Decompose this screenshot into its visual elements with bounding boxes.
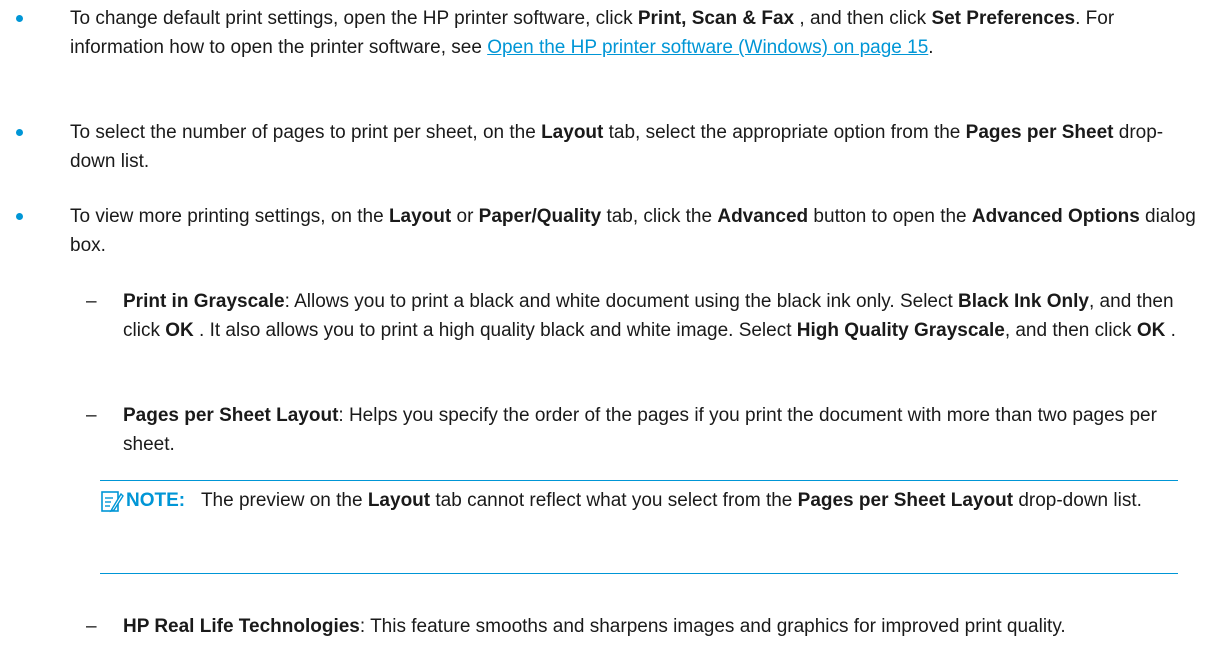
document-page: To change default print settings, open t… (0, 0, 1209, 669)
bold-term: Set Preferences (931, 8, 1076, 29)
bullet-text: To select the number of pages to print p… (70, 118, 1200, 176)
text-run: : This feature smooths and sharpens imag… (359, 616, 1066, 637)
note-text: NOTE: The preview on the Layout tab cann… (126, 486, 1176, 515)
text-run: tab, select the appropriate option from … (603, 122, 966, 143)
text-run: button to open the (808, 206, 972, 227)
text-run: : Allows you to print a black and white … (284, 291, 959, 312)
bold-term: Black Ink Only (958, 291, 1089, 312)
text-run: tab cannot reflect what you select from … (430, 490, 798, 511)
dash-marker: – (86, 405, 97, 426)
text-run: . (1165, 320, 1176, 341)
bold-term: Layout (541, 122, 604, 143)
bold-term: Pages per Sheet Layout (123, 405, 339, 426)
note-label: NOTE: (126, 490, 186, 511)
note-block: NOTE: The preview on the Layout tab cann… (100, 478, 1178, 586)
bold-term: Advanced Options (971, 206, 1140, 227)
dash-marker: – (86, 291, 97, 312)
note-bottom-rule (100, 573, 1178, 574)
text-run: tab, click the (601, 206, 718, 227)
text-run: To change default print settings, open t… (70, 8, 638, 29)
sub-item-text: Pages per Sheet Layout: Helps you specif… (123, 401, 1173, 459)
text-run: drop-down list. (1013, 490, 1142, 511)
bold-term: Pages per Sheet (965, 122, 1114, 143)
text-run: The preview on the (200, 490, 368, 511)
bold-term: Advanced (717, 206, 809, 227)
bold-term: Pages per Sheet Layout (797, 490, 1014, 511)
text-run: , and then click (794, 8, 932, 29)
text-run: or (451, 206, 479, 227)
bullet-dot (16, 129, 23, 136)
bold-term: Print in Grayscale (123, 291, 285, 312)
bullet-dot (16, 15, 23, 22)
note-body: The preview on the Layout tab cannot ref… (201, 490, 1142, 511)
bold-term: Layout (367, 490, 431, 511)
text-run: To select the number of pages to print p… (70, 122, 542, 143)
note-top-rule (100, 480, 1178, 481)
bold-term: OK (1136, 320, 1166, 341)
sub-item-text: HP Real Life Technologies: This feature … (123, 612, 1173, 641)
bullet-text: To view more printing settings, on the L… (70, 202, 1200, 260)
bullet-dot (16, 213, 23, 220)
bold-term: High Quality Grayscale (796, 320, 1005, 341)
note-icon (101, 491, 124, 513)
text-run: , and then click (1004, 320, 1137, 341)
sub-item-text: Print in Grayscale: Allows you to print … (123, 287, 1193, 345)
text-run: . It also allows you to print a high qua… (193, 320, 797, 341)
bullet-text: To change default print settings, open t… (70, 4, 1200, 62)
cross-reference-link[interactable]: Open the HP printer software (Windows) o… (487, 37, 928, 58)
bold-term: HP Real Life Technologies (123, 616, 360, 637)
bold-term: Print, Scan & Fax (637, 8, 795, 29)
text-run: To view more printing settings, on the (70, 206, 389, 227)
bold-term: OK (165, 320, 194, 341)
text-run: . (928, 37, 934, 58)
dash-marker: – (86, 616, 97, 637)
bold-term: Paper/Quality (478, 206, 602, 227)
bold-term: Layout (388, 206, 452, 227)
